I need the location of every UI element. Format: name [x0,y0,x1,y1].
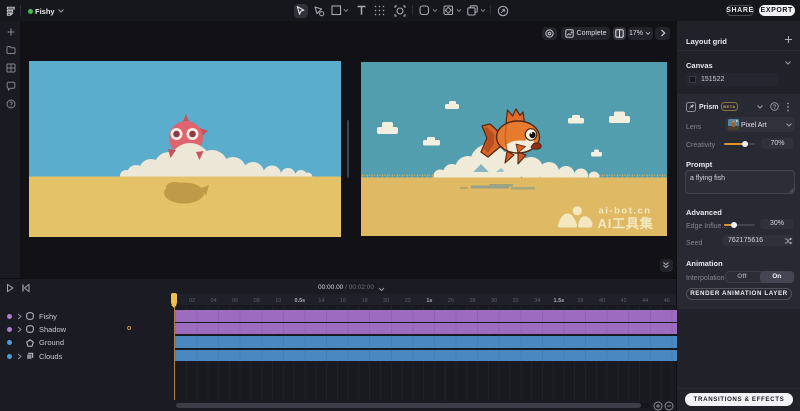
svg-text:AI工具集: AI工具集 [597,216,653,231]
svg-text:ai-bot.cn: ai-bot.cn [598,206,651,217]
